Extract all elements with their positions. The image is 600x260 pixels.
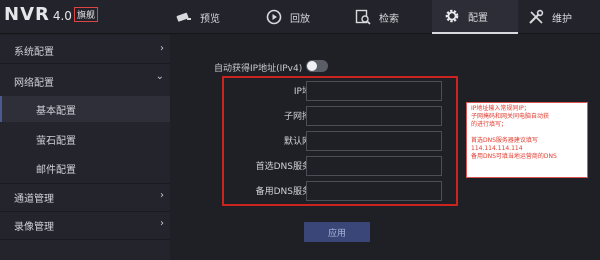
chevron-down-icon: ⌄ <box>155 71 164 82</box>
nav-search[interactable]: 检索 <box>355 0 399 34</box>
logo-brand: NVR <box>4 4 50 25</box>
tools-icon <box>529 9 544 24</box>
nav-preview[interactable]: 预览 <box>176 0 220 34</box>
chevron-right-icon: › <box>160 43 164 54</box>
chevron-right-icon: › <box>160 190 164 201</box>
annotation-line: 114.114.114.114 <box>471 145 523 152</box>
alternate-dns-input[interactable] <box>306 181 442 201</box>
sidebar-item-label: 网络配置 <box>14 77 54 89</box>
sidebar-item-label: 通道管理 <box>14 193 54 205</box>
nav-label: 检索 <box>379 13 399 25</box>
dhcp-toggle-row: 自动获得IP地址(IPv4) <box>214 60 328 74</box>
sidebar-item-email-config[interactable]: 邮件配置 <box>0 155 170 181</box>
sidebar-divider <box>0 63 170 64</box>
annotation-line <box>471 129 583 137</box>
nav-label: 配置 <box>468 12 488 24</box>
dhcp-toggle[interactable] <box>306 60 328 72</box>
gear-icon <box>445 9 459 23</box>
annotation-line: 首选DNS服务器建议填写 <box>471 137 538 144</box>
nav-label: 维护 <box>552 13 572 25</box>
ip-settings-highlight: IP地址 子网掩码 默认网关 首选DNS服务器 备用DNS服务器 <box>222 76 458 206</box>
sidebar-divider <box>0 239 170 240</box>
sidebar-item-label: 萤石配置 <box>36 135 76 147</box>
nav-maintenance[interactable]: 维护 <box>528 0 572 34</box>
preferred-dns-input[interactable] <box>306 156 442 176</box>
annotation-note: IP地址输入常规同IP； 子网掩码和网关同电脑自动获 的进行填写； 首选DNS服… <box>466 102 588 178</box>
nav-label: 回放 <box>290 13 310 25</box>
sidebar-item-network-config[interactable]: 网络配置 ⌄ <box>0 68 170 94</box>
chevron-right-icon: › <box>160 218 164 229</box>
ip-address-row: IP地址 <box>224 81 460 101</box>
nav-label: 预览 <box>200 13 220 25</box>
annotation-line: 子网掩码和网关同电脑自动获 <box>471 113 550 120</box>
sidebar-item-label: 基本配置 <box>36 105 76 117</box>
sidebar-item-ezviz-config[interactable]: 萤石配置 <box>0 126 170 152</box>
annotation-line: IP地址输入常规同IP； <box>471 105 530 112</box>
annotation-line: 备用DNS可填当地运营商的DNS <box>471 153 557 160</box>
gateway-row: 默认网关 <box>224 131 460 151</box>
sidebar-item-channel-management[interactable]: 通道管理 › <box>0 184 170 210</box>
sidebar-item-basic-config[interactable]: 基本配置 <box>0 96 170 122</box>
sidebar-item-recording-management[interactable]: 录像管理 › <box>0 212 170 238</box>
camera-icon <box>176 12 191 22</box>
subnet-mask-row: 子网掩码 <box>224 106 460 126</box>
preferred-dns-row: 首选DNS服务器 <box>224 156 460 176</box>
top-nav-bar: NVR 4.0 旗舰 预览 回放 检索 配置 维护 <box>0 0 600 34</box>
playback-icon <box>266 9 282 25</box>
toggle-knob <box>307 61 317 71</box>
sidebar-item-label: 系统配置 <box>14 46 54 58</box>
sidebar-item-label: 录像管理 <box>14 221 54 233</box>
alternate-dns-row: 备用DNS服务器 <box>224 181 460 201</box>
logo-edition: 旗舰 <box>73 7 98 22</box>
sidebar: 系统配置 › 网络配置 ⌄ 基本配置 萤石配置 邮件配置 通道管理 › 录像管理… <box>0 35 170 260</box>
annotation-line: 的进行填写； <box>471 121 508 128</box>
subnet-mask-input[interactable] <box>306 106 442 126</box>
nav-playback[interactable]: 回放 <box>266 0 310 34</box>
sidebar-item-system-config[interactable]: 系统配置 › <box>0 37 170 63</box>
logo-version: 4.0 <box>52 9 72 23</box>
ip-address-input[interactable] <box>306 81 442 101</box>
apply-button[interactable]: 应用 <box>304 222 370 242</box>
app-logo: NVR 4.0 旗舰 <box>4 4 98 30</box>
sidebar-item-label: 邮件配置 <box>36 164 76 176</box>
nav-config[interactable]: 配置 <box>432 0 518 34</box>
gateway-input[interactable] <box>306 131 442 151</box>
dhcp-label: 自动获得IP地址(IPv4) <box>214 63 303 74</box>
search-icon <box>355 9 371 25</box>
